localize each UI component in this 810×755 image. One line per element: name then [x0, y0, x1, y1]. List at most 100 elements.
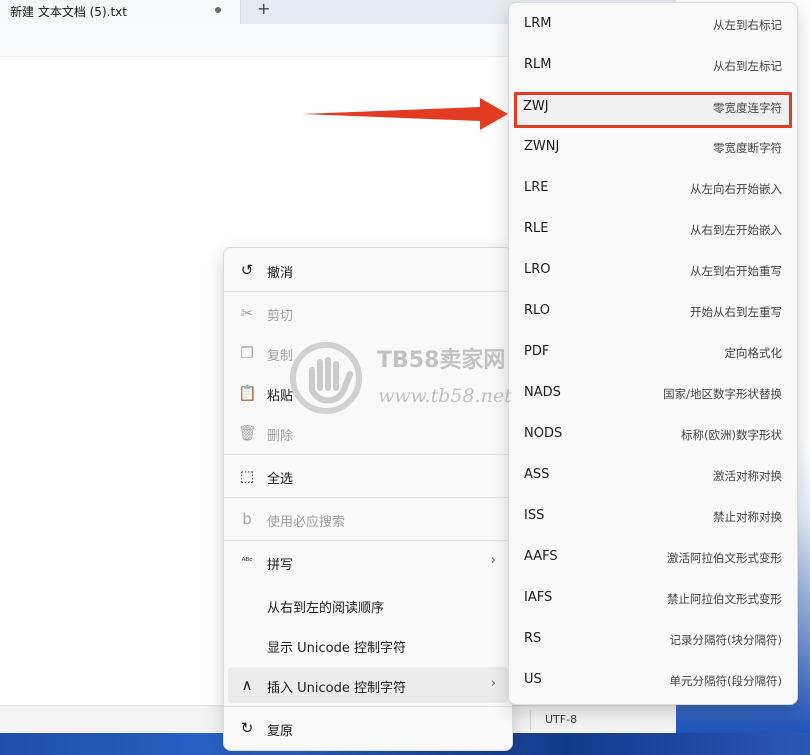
- unicode-code: IAFS: [524, 590, 553, 605]
- context-menu-item-label: 插入 Unicode 控制字符: [267, 681, 406, 696]
- select-all-icon: ⬚: [239, 467, 255, 485]
- unicode-item-ass[interactable]: ASS 激活对称对换: [514, 458, 792, 494]
- clipboard-icon: 📋: [238, 384, 257, 402]
- unicode-description: 从左到右开始重写: [690, 264, 782, 278]
- context-menu: ↺ 撤消 ✂ 剪切 ❐ 复制 📋 粘贴 🗑 删除 ⬚ 全选 b 使用必应搜索 ᴬᴮᶜ 拼写 › 从右到左的阅读顺序…: [223, 247, 513, 751]
- menu-separator: [224, 497, 512, 498]
- unicode-description: 国家/地区数字形状替换: [663, 387, 782, 401]
- unicode-code: ASS: [524, 467, 550, 482]
- unicode-code: RLO: [524, 303, 551, 318]
- red-arrow-icon: [302, 98, 508, 130]
- unicode-item-us[interactable]: US 单元分隔符(段分隔符): [514, 663, 792, 699]
- unicode-code: LRM: [524, 16, 552, 31]
- context-menu-item[interactable]: 显示 Unicode 控制字符: [228, 627, 508, 663]
- context-menu-item-label: 从右到左的阅读顺序: [267, 601, 385, 616]
- context-menu-item[interactable]: ᴬᴮᶜ 拼写 ›: [228, 544, 508, 580]
- context-menu-item-label: 粘贴: [267, 389, 294, 404]
- trash-icon: 🗑: [238, 424, 258, 442]
- unicode-control-submenu: LRM 从左到右标记 RLM 从右到左标记 ZWJ 零宽度连字符 ZWNJ 零宽度断字符 LRE…: [508, 2, 798, 705]
- unicode-item-nads[interactable]: NADS 国家/地区数字形状替换: [514, 376, 792, 412]
- unicode-description: 激活对称对换: [713, 469, 782, 483]
- unsaved-dot-icon[interactable]: [215, 7, 221, 13]
- unicode-code: LRE: [524, 180, 549, 195]
- unicode-description: 零宽度断字符: [713, 141, 782, 155]
- tab-title: 新建 文本文档 (5).txt: [10, 5, 127, 19]
- context-menu-item-label: 使用必应搜索: [267, 515, 346, 530]
- unicode-code: LRO: [524, 262, 551, 277]
- context-menu-item[interactable]: ✂ 剪切: [228, 295, 508, 331]
- insert-caret-icon: ∧: [241, 676, 253, 694]
- context-menu-item-label: 剪切: [267, 309, 294, 324]
- unicode-code: RLM: [524, 57, 552, 72]
- unicode-code: RS: [524, 631, 542, 646]
- document-tab[interactable]: 新建 文本文档 (5).txt: [0, 0, 241, 24]
- copy-icon: ❐: [240, 344, 254, 362]
- context-menu-item[interactable]: ∧ 插入 Unicode 控制字符 ›: [228, 667, 508, 703]
- unicode-item-rlm[interactable]: RLM 从右到左标记: [514, 48, 792, 84]
- context-menu-item-label: 复制: [267, 349, 294, 364]
- redo-icon: ↻: [240, 719, 254, 737]
- context-menu-item-label: 复原: [267, 724, 294, 739]
- menu-separator: [224, 540, 512, 541]
- context-menu-item[interactable]: b 使用必应搜索: [228, 501, 508, 537]
- unicode-item-rle[interactable]: RLE 从右到左开始嵌入: [514, 212, 792, 248]
- context-menu-item[interactable]: ⬚ 全选: [228, 458, 508, 494]
- unicode-description: 从右到左标记: [713, 59, 782, 73]
- unicode-item-rs[interactable]: RS 记录分隔符(块分隔符): [514, 622, 792, 658]
- unicode-item-zwnj[interactable]: ZWNJ 零宽度断字符: [514, 130, 792, 166]
- unicode-item-zwj[interactable]: ZWJ 零宽度连字符: [514, 92, 792, 128]
- unicode-description: 从左到右标记: [713, 18, 782, 32]
- unicode-description: 禁止阿拉伯文形式变形: [667, 592, 782, 606]
- unicode-item-lre[interactable]: LRE 从左向右开始嵌入: [514, 171, 792, 207]
- context-menu-item[interactable]: ↻ 复原: [228, 710, 508, 746]
- unicode-code: ISS: [524, 508, 545, 523]
- status-divider: [530, 710, 531, 730]
- unicode-item-rlo[interactable]: RLO 开始从右到左重写: [514, 294, 792, 330]
- unicode-item-lrm[interactable]: LRM 从左到右标记: [514, 7, 792, 43]
- unicode-code: NODS: [524, 426, 563, 441]
- unicode-description: 单元分隔符(段分隔符): [669, 674, 782, 688]
- unicode-description: 激活阿拉伯文形式变形: [667, 551, 782, 565]
- bing-icon: b: [242, 510, 252, 528]
- scissors-icon: ✂: [240, 304, 254, 322]
- unicode-description: 标称(欧洲)数字形状: [681, 428, 782, 442]
- unicode-code: ZWJ: [523, 99, 549, 114]
- menu-separator: [224, 291, 512, 292]
- unicode-code: RLE: [524, 221, 549, 236]
- context-menu-item[interactable]: ↺ 撤消: [228, 252, 508, 288]
- unicode-description: 禁止对称对换: [713, 510, 782, 524]
- unicode-item-nods[interactable]: NODS 标称(欧洲)数字形状: [514, 417, 792, 453]
- context-menu-item[interactable]: 🗑 删除: [228, 415, 508, 451]
- context-menu-item-label: 全选: [267, 472, 294, 487]
- undo-icon: ↺: [240, 261, 254, 279]
- unicode-item-iss[interactable]: ISS 禁止对称对换: [514, 499, 792, 535]
- context-menu-item-label: 删除: [267, 429, 294, 444]
- context-menu-item-label: 显示 Unicode 控制字符: [267, 641, 406, 656]
- unicode-description: 从左向右开始嵌入: [690, 182, 782, 196]
- unicode-item-aafs[interactable]: AAFS 激活阿拉伯文形式变形: [514, 540, 792, 576]
- unicode-description: 零宽度连字符: [713, 101, 782, 115]
- unicode-code: ZWNJ: [524, 139, 560, 154]
- menu-separator: [224, 706, 512, 707]
- context-menu-item-label: 拼写: [267, 558, 294, 573]
- spellcheck-icon: ᴬᴮᶜ: [241, 557, 253, 567]
- unicode-code: US: [524, 672, 542, 687]
- unicode-code: PDF: [524, 344, 550, 359]
- context-menu-item-label: 撤消: [267, 266, 294, 281]
- unicode-description: 开始从右到左重写: [690, 305, 782, 319]
- unicode-description: 从右到左开始嵌入: [690, 223, 782, 237]
- watermark-url: www.tb58.net: [378, 385, 512, 407]
- unicode-item-iafs[interactable]: IAFS 禁止阿拉伯文形式变形: [514, 581, 792, 617]
- unicode-description: 记录分隔符(块分隔符): [669, 633, 782, 647]
- chevron-right-icon: ›: [490, 553, 496, 568]
- unicode-item-lro[interactable]: LRO 从左到右开始重写: [514, 253, 792, 289]
- menu-separator: [224, 454, 512, 455]
- unicode-code: AAFS: [524, 549, 558, 564]
- unicode-item-pdf[interactable]: PDF 定向格式化: [514, 335, 792, 371]
- new-tab-button[interactable]: +: [257, 0, 270, 18]
- unicode-code: NADS: [524, 385, 561, 400]
- encoding-label[interactable]: UTF-8: [545, 713, 577, 726]
- unicode-description: 定向格式化: [724, 346, 783, 360]
- watermark-brand: TB58卖家网: [377, 348, 506, 373]
- context-menu-item[interactable]: 从右到左的阅读顺序: [228, 587, 508, 623]
